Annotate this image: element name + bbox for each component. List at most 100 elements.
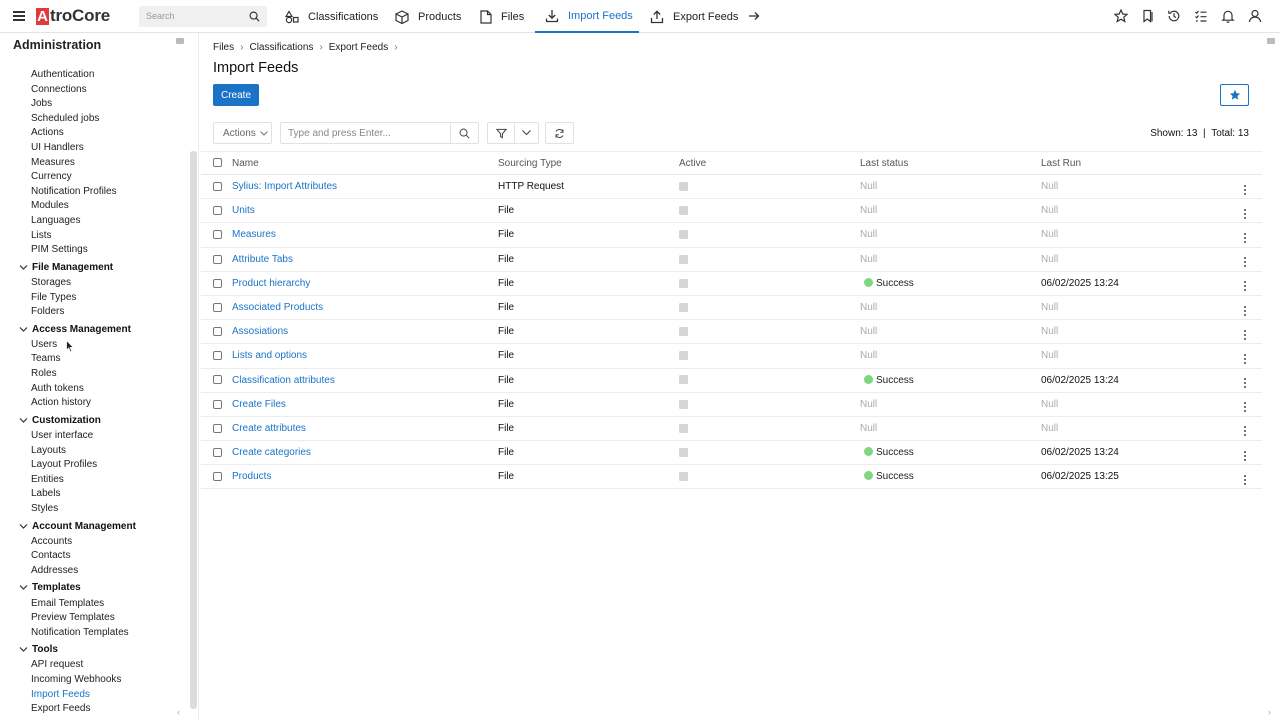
sidebar-scrollbar[interactable] <box>190 151 197 709</box>
row-checkbox[interactable] <box>213 302 222 312</box>
feed-name-link[interactable]: Associated Products <box>232 302 323 313</box>
pin-icon[interactable] <box>176 38 184 44</box>
search-icon[interactable] <box>249 11 260 22</box>
pin-icon[interactable] <box>1267 38 1275 44</box>
column-header-last-status[interactable]: Last status <box>860 151 1041 175</box>
refresh-button[interactable] <box>545 122 574 144</box>
sidebar-item-measures[interactable]: Measures <box>31 157 75 168</box>
sidebar-item-import-feeds[interactable]: Import Feeds <box>31 689 90 700</box>
sidebar-item-entities[interactable]: Entities <box>31 474 64 485</box>
sidebar-item-layouts[interactable]: Layouts <box>31 445 66 456</box>
nav-tab-export-feeds[interactable]: Export Feeds <box>650 0 738 33</box>
sidebar-item-addresses[interactable]: Addresses <box>31 565 78 576</box>
favorite-button[interactable] <box>1220 84 1249 106</box>
collapse-sidebar-icon[interactable]: ‹ <box>177 707 180 717</box>
history-icon[interactable] <box>1167 9 1181 23</box>
feed-name-link[interactable]: Lists and options <box>232 350 307 361</box>
nav-tab-import-feeds[interactable]: Import Feeds <box>535 0 639 33</box>
select-all-checkbox-box[interactable] <box>213 158 222 168</box>
feed-name-link[interactable]: Product hierarchy <box>232 278 310 289</box>
feed-name-link[interactable]: Create Files <box>232 399 286 410</box>
more-vertical-icon[interactable] <box>1244 474 1247 485</box>
breadcrumb-export-feeds[interactable]: Export Feeds <box>329 42 388 53</box>
sidebar-item-users[interactable]: Users <box>31 339 57 350</box>
user-icon[interactable] <box>1248 9 1262 23</box>
sidebar-item-languages[interactable]: Languages <box>31 215 81 226</box>
sidebar-group-tools[interactable]: Tools <box>19 644 58 655</box>
more-vertical-icon[interactable] <box>1244 378 1247 389</box>
sidebar-item-lists[interactable]: Lists <box>31 230 52 241</box>
sidebar-item-incoming-webhooks[interactable]: Incoming Webhooks <box>31 674 121 685</box>
sidebar-item-layout-profiles[interactable]: Layout Profiles <box>31 459 97 470</box>
more-vertical-icon[interactable] <box>1244 450 1247 461</box>
feed-name-link[interactable]: Classification attributes <box>232 375 335 386</box>
filter-dropdown-button[interactable] <box>514 122 539 144</box>
row-checkbox[interactable] <box>213 206 222 216</box>
expand-panel-icon[interactable]: › <box>1268 707 1271 717</box>
sidebar-item-roles[interactable]: Roles <box>31 368 57 379</box>
global-search-input[interactable]: Search <box>139 6 267 27</box>
sidebar-item-connections[interactable]: Connections <box>31 84 87 95</box>
sidebar-item-file-types[interactable]: File Types <box>31 292 76 303</box>
select-all-checkbox[interactable] <box>201 151 232 175</box>
menu-icon[interactable] <box>13 11 25 21</box>
sidebar-item-notification-templates[interactable]: Notification Templates <box>31 627 129 638</box>
actions-dropdown[interactable]: Actions <box>213 122 272 144</box>
feed-name-link[interactable]: Create attributes <box>232 423 306 434</box>
sidebar-item-contacts[interactable]: Contacts <box>31 550 70 561</box>
feed-name-link[interactable]: Products <box>232 471 271 482</box>
feed-name-link[interactable]: Assosiations <box>232 326 288 337</box>
row-checkbox[interactable] <box>213 399 222 409</box>
sidebar-group-customization[interactable]: Customization <box>19 415 101 426</box>
text-search-input[interactable] <box>281 123 451 143</box>
column-header-sourcing-type[interactable]: Sourcing Type <box>498 151 679 175</box>
sidebar-item-notification-profiles[interactable]: Notification Profiles <box>31 186 117 197</box>
bell-icon[interactable] <box>1221 9 1235 23</box>
row-checkbox[interactable] <box>213 351 222 361</box>
row-checkbox[interactable] <box>213 327 222 337</box>
sidebar-group-access-management[interactable]: Access Management <box>19 324 131 335</box>
column-header-active[interactable]: Active <box>679 151 860 175</box>
row-checkbox[interactable] <box>213 472 222 482</box>
row-checkbox[interactable] <box>213 230 222 240</box>
feed-name-link[interactable]: Units <box>232 205 255 216</box>
sidebar-item-scheduled-jobs[interactable]: Scheduled jobs <box>31 113 99 124</box>
feed-name-link[interactable]: Measures <box>232 229 276 240</box>
nav-tab-products[interactable]: Products <box>395 0 461 33</box>
row-checkbox[interactable] <box>213 254 222 264</box>
more-vertical-icon[interactable] <box>1244 329 1247 340</box>
sidebar-item-hidden[interactable] <box>31 55 34 56</box>
sidebar-item-teams[interactable]: Teams <box>31 353 60 364</box>
row-checkbox[interactable] <box>213 375 222 385</box>
more-vertical-icon[interactable] <box>1244 257 1247 268</box>
sidebar-item-jobs[interactable]: Jobs <box>31 98 52 109</box>
logo[interactable]: AtroCore <box>36 7 110 25</box>
sidebar-item-storages[interactable]: Storages <box>31 277 71 288</box>
column-header-last-run[interactable]: Last Run <box>1041 151 1231 175</box>
sidebar-item-api-request[interactable]: API request <box>31 659 83 670</box>
sidebar-item-action-history[interactable]: Action history <box>31 397 91 408</box>
sidebar-item-export-feeds[interactable]: Export Feeds <box>31 703 90 713</box>
create-button[interactable]: Create <box>213 84 259 106</box>
sidebar-group-templates[interactable]: Templates <box>19 582 81 593</box>
sidebar-group-account-management[interactable]: Account Management <box>19 521 136 532</box>
nav-tab-classifications[interactable]: Classifications <box>285 0 378 33</box>
column-header-name[interactable]: Name <box>232 151 498 175</box>
star-icon[interactable] <box>1114 9 1128 23</box>
sidebar-group-file-management[interactable]: File Management <box>19 262 113 273</box>
row-checkbox[interactable] <box>213 181 222 191</box>
breadcrumb-classifications[interactable]: Classifications <box>249 42 313 53</box>
sidebar-item-authentication[interactable]: Authentication <box>31 69 94 80</box>
sidebar-item-ui-handlers[interactable]: UI Handlers <box>31 142 84 153</box>
sidebar-item-pim-settings[interactable]: PIM Settings <box>31 244 88 255</box>
more-vertical-icon[interactable] <box>1244 184 1247 195</box>
sidebar-item-auth-tokens[interactable]: Auth tokens <box>31 383 84 394</box>
row-checkbox[interactable] <box>213 278 222 288</box>
more-vertical-icon[interactable] <box>1244 281 1247 292</box>
more-vertical-icon[interactable] <box>1244 232 1247 243</box>
sidebar-item-email-templates[interactable]: Email Templates <box>31 598 104 609</box>
feed-name-link[interactable]: Attribute Tabs <box>232 254 293 265</box>
sidebar-item-styles[interactable]: Styles <box>31 503 58 514</box>
row-checkbox[interactable] <box>213 423 222 433</box>
filter-button[interactable] <box>487 122 515 144</box>
